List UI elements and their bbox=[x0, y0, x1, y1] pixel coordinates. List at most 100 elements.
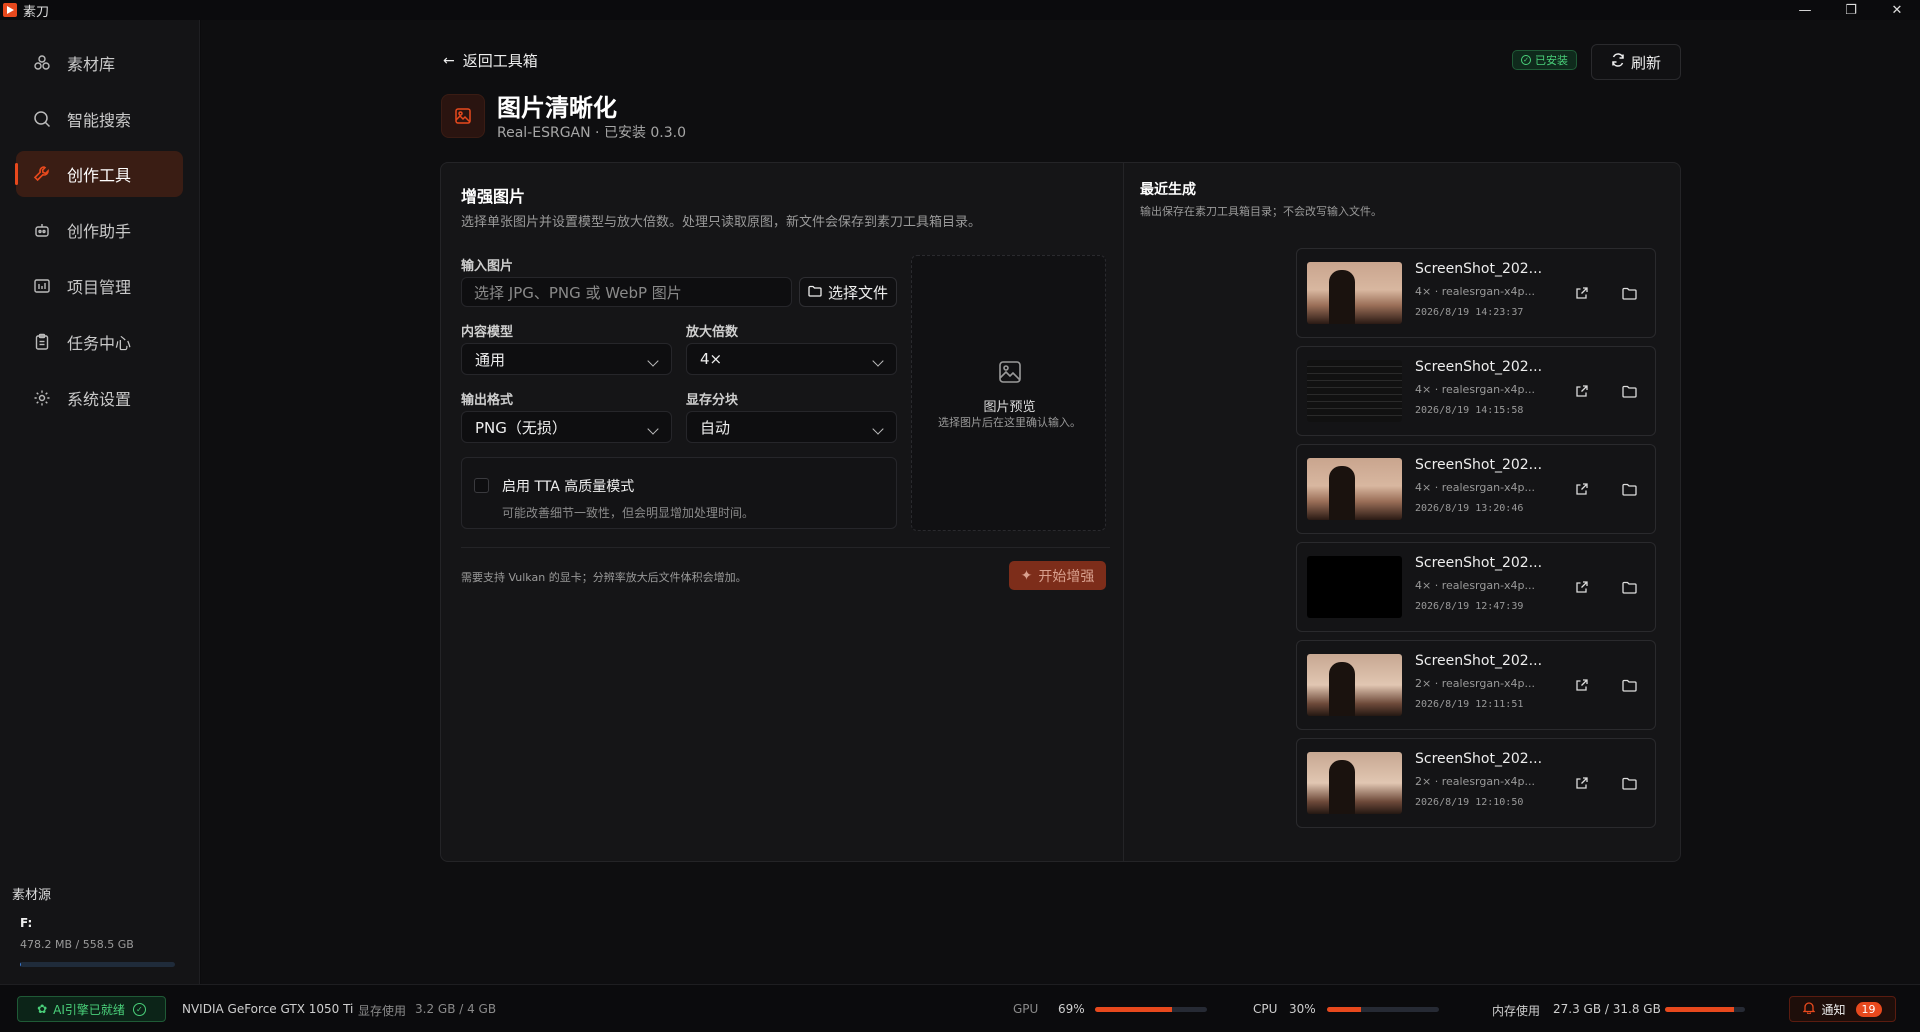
refresh-button[interactable]: 刷新 bbox=[1591, 44, 1681, 80]
sidebar-item-label: 智能搜索 bbox=[67, 111, 132, 130]
check-circle-icon: ✓ bbox=[1521, 55, 1531, 65]
tile-value: 自动 bbox=[700, 418, 731, 437]
tile-select[interactable]: 自动 bbox=[686, 411, 897, 443]
tool-subtitle: Real-ESRGAN · 已安装 0.3.0 bbox=[497, 125, 687, 141]
sidebar-item-label: 素材库 bbox=[67, 55, 116, 74]
ai-engine-status: ✿ AI引擎已就绪 ✓ bbox=[17, 996, 166, 1022]
status-bar: ✿ AI引擎已就绪 ✓ NVIDIA GeForce GTX 1050 Ti 显… bbox=[0, 984, 1920, 1032]
back-to-toolbox-link[interactable]: ← 返回工具箱 bbox=[443, 50, 538, 71]
vram-label: 显存使用 bbox=[358, 1004, 407, 1018]
recent-meta: 2× · realesrgan-x4p... bbox=[1415, 775, 1536, 788]
open-external-icon[interactable] bbox=[1575, 285, 1589, 304]
sidebar-item-label: 任务中心 bbox=[67, 334, 132, 353]
chevron-down-icon bbox=[872, 355, 884, 367]
format-value: PNG（无损） bbox=[475, 418, 567, 437]
memory-usage-fill bbox=[1665, 1007, 1734, 1012]
recent-meta: 2× · realesrgan-x4p... bbox=[1415, 677, 1536, 690]
start-enhance-button[interactable]: ✦ 开始增强 bbox=[1009, 561, 1106, 590]
app-title: 素刀 bbox=[23, 4, 50, 20]
scale-select[interactable]: 4× bbox=[686, 343, 897, 375]
recent-thumbnail bbox=[1307, 556, 1402, 618]
preview-title: 图片预览 bbox=[983, 400, 1036, 415]
drive-usage: 478.2 MB / 558.5 GB bbox=[20, 938, 134, 951]
clipboard-icon bbox=[32, 332, 52, 352]
sidebar-item-search[interactable]: 智能搜索 bbox=[16, 96, 183, 142]
open-external-icon[interactable] bbox=[1575, 579, 1589, 598]
open-folder-icon[interactable] bbox=[1622, 677, 1637, 696]
sidebar-item-creative-tools[interactable]: 创作工具 bbox=[15, 151, 183, 197]
open-external-icon[interactable] bbox=[1575, 481, 1589, 500]
open-folder-icon[interactable] bbox=[1622, 579, 1637, 598]
tile-label: 显存分块 bbox=[686, 393, 739, 408]
gpu-usage-fill bbox=[1095, 1007, 1173, 1012]
recent-item[interactable]: ScreenShot_202... 2× · realesrgan-x4p... 2… bbox=[1296, 738, 1656, 828]
model-value: 通用 bbox=[475, 350, 506, 369]
tta-option: 启用 TTA 高质量模式 可能改善细节一致性，但会明显增加处理时间。 bbox=[461, 457, 897, 529]
open-folder-icon[interactable] bbox=[1622, 481, 1637, 500]
gpu-usage-bar bbox=[1095, 1007, 1207, 1012]
minimize-button[interactable]: — bbox=[1782, 0, 1828, 20]
notification-count: 19 bbox=[1855, 1001, 1882, 1017]
input-image-field[interactable]: 选择 JPG、PNG 或 WebP 图片 bbox=[461, 277, 792, 307]
app-logo-icon bbox=[3, 3, 17, 17]
start-label: 开始增强 bbox=[1038, 568, 1095, 585]
chevron-down-icon bbox=[872, 423, 884, 435]
choose-file-button[interactable]: 选择文件 bbox=[799, 277, 897, 307]
person-silhouette bbox=[1329, 760, 1355, 814]
open-folder-icon[interactable] bbox=[1622, 775, 1637, 794]
restore-button[interactable]: ❐ bbox=[1828, 0, 1874, 20]
vram-value: 3.2 GB / 4 GB bbox=[415, 1002, 497, 1016]
sidebar-item-label: 创作工具 bbox=[67, 166, 132, 185]
format-select[interactable]: PNG（无损） bbox=[461, 411, 672, 443]
refresh-icon bbox=[1611, 53, 1625, 71]
cpu-usage-bar bbox=[1327, 1007, 1439, 1012]
installed-label: 已安装 bbox=[1535, 54, 1568, 67]
main-content: ← 返回工具箱 ✓ 已安装 刷新 图片清晰化 Real-ESRGAN · 已安装… bbox=[201, 20, 1920, 984]
sidebar: 素材库 智能搜索 创作工具 创作助手 项目管理 任务中心 系统设置 素材源 F:… bbox=[0, 20, 200, 984]
recent-item[interactable]: ScreenShot_202... 2× · realesrgan-x4p... 2… bbox=[1296, 640, 1656, 730]
back-label: 返回工具箱 bbox=[462, 52, 538, 70]
gpu-name: NVIDIA GeForce GTX 1050 Ti bbox=[182, 1002, 354, 1016]
open-folder-icon[interactable] bbox=[1622, 285, 1637, 304]
bell-icon bbox=[1802, 1001, 1817, 1017]
recent-item[interactable]: ScreenShot_202... 4× · realesrgan-x4p... 2… bbox=[1296, 542, 1656, 632]
recent-item[interactable]: ScreenShot_202... 4× · realesrgan-x4p... 2… bbox=[1296, 346, 1656, 436]
recent-filename: ScreenShot_202... bbox=[1415, 261, 1543, 277]
title-bar: 素刀 — ❐ ✕ bbox=[0, 0, 1920, 20]
scale-label: 放大倍数 bbox=[686, 325, 739, 340]
assets-icon bbox=[32, 53, 52, 73]
recent-filename: ScreenShot_202... bbox=[1415, 359, 1543, 375]
image-icon bbox=[998, 360, 1022, 388]
tta-checkbox[interactable] bbox=[474, 478, 489, 493]
tta-label: 启用 TTA 高质量模式 bbox=[502, 479, 635, 495]
open-external-icon[interactable] bbox=[1575, 383, 1589, 402]
open-external-icon[interactable] bbox=[1575, 775, 1589, 794]
chevron-down-icon bbox=[647, 355, 659, 367]
sidebar-item-label: 创作助手 bbox=[67, 222, 132, 241]
sidebar-item-projects[interactable]: 项目管理 bbox=[16, 263, 183, 309]
open-folder-icon[interactable] bbox=[1622, 383, 1637, 402]
asset-source-title: 素材源 bbox=[12, 888, 52, 903]
cpu-label: CPU bbox=[1253, 1002, 1278, 1016]
recent-timestamp: 2026/8/19 12:10:50 bbox=[1415, 797, 1524, 808]
sidebar-item-tasks[interactable]: 任务中心 bbox=[16, 319, 183, 365]
preview-description: 选择图片后在这里确认输入。 bbox=[938, 416, 1081, 429]
close-button[interactable]: ✕ bbox=[1874, 0, 1920, 20]
recent-filename: ScreenShot_202... bbox=[1415, 457, 1543, 473]
open-external-icon[interactable] bbox=[1575, 677, 1589, 696]
model-select[interactable]: 通用 bbox=[461, 343, 672, 375]
gpu-label: GPU bbox=[1013, 1002, 1039, 1016]
recent-item[interactable]: ScreenShot_202... 4× · realesrgan-x4p... 2… bbox=[1296, 248, 1656, 338]
notification-button[interactable]: 通知 19 bbox=[1789, 996, 1896, 1022]
sidebar-item-assets[interactable]: 素材库 bbox=[16, 40, 183, 86]
recent-title: 最近生成 bbox=[1140, 182, 1196, 198]
sidebar-item-assistant[interactable]: 创作助手 bbox=[16, 207, 183, 253]
gpu-value: 69% bbox=[1058, 1002, 1085, 1016]
recent-item[interactable]: ScreenShot_202... 4× · realesrgan-x4p... 2… bbox=[1296, 444, 1656, 534]
sidebar-item-settings[interactable]: 系统设置 bbox=[16, 375, 183, 421]
recent-thumbnail bbox=[1307, 360, 1402, 422]
check-circle-icon: ✓ bbox=[132, 1002, 146, 1016]
arrow-left-icon: ← bbox=[443, 52, 455, 69]
robot-icon bbox=[32, 220, 52, 240]
image-tool-icon bbox=[441, 94, 485, 138]
